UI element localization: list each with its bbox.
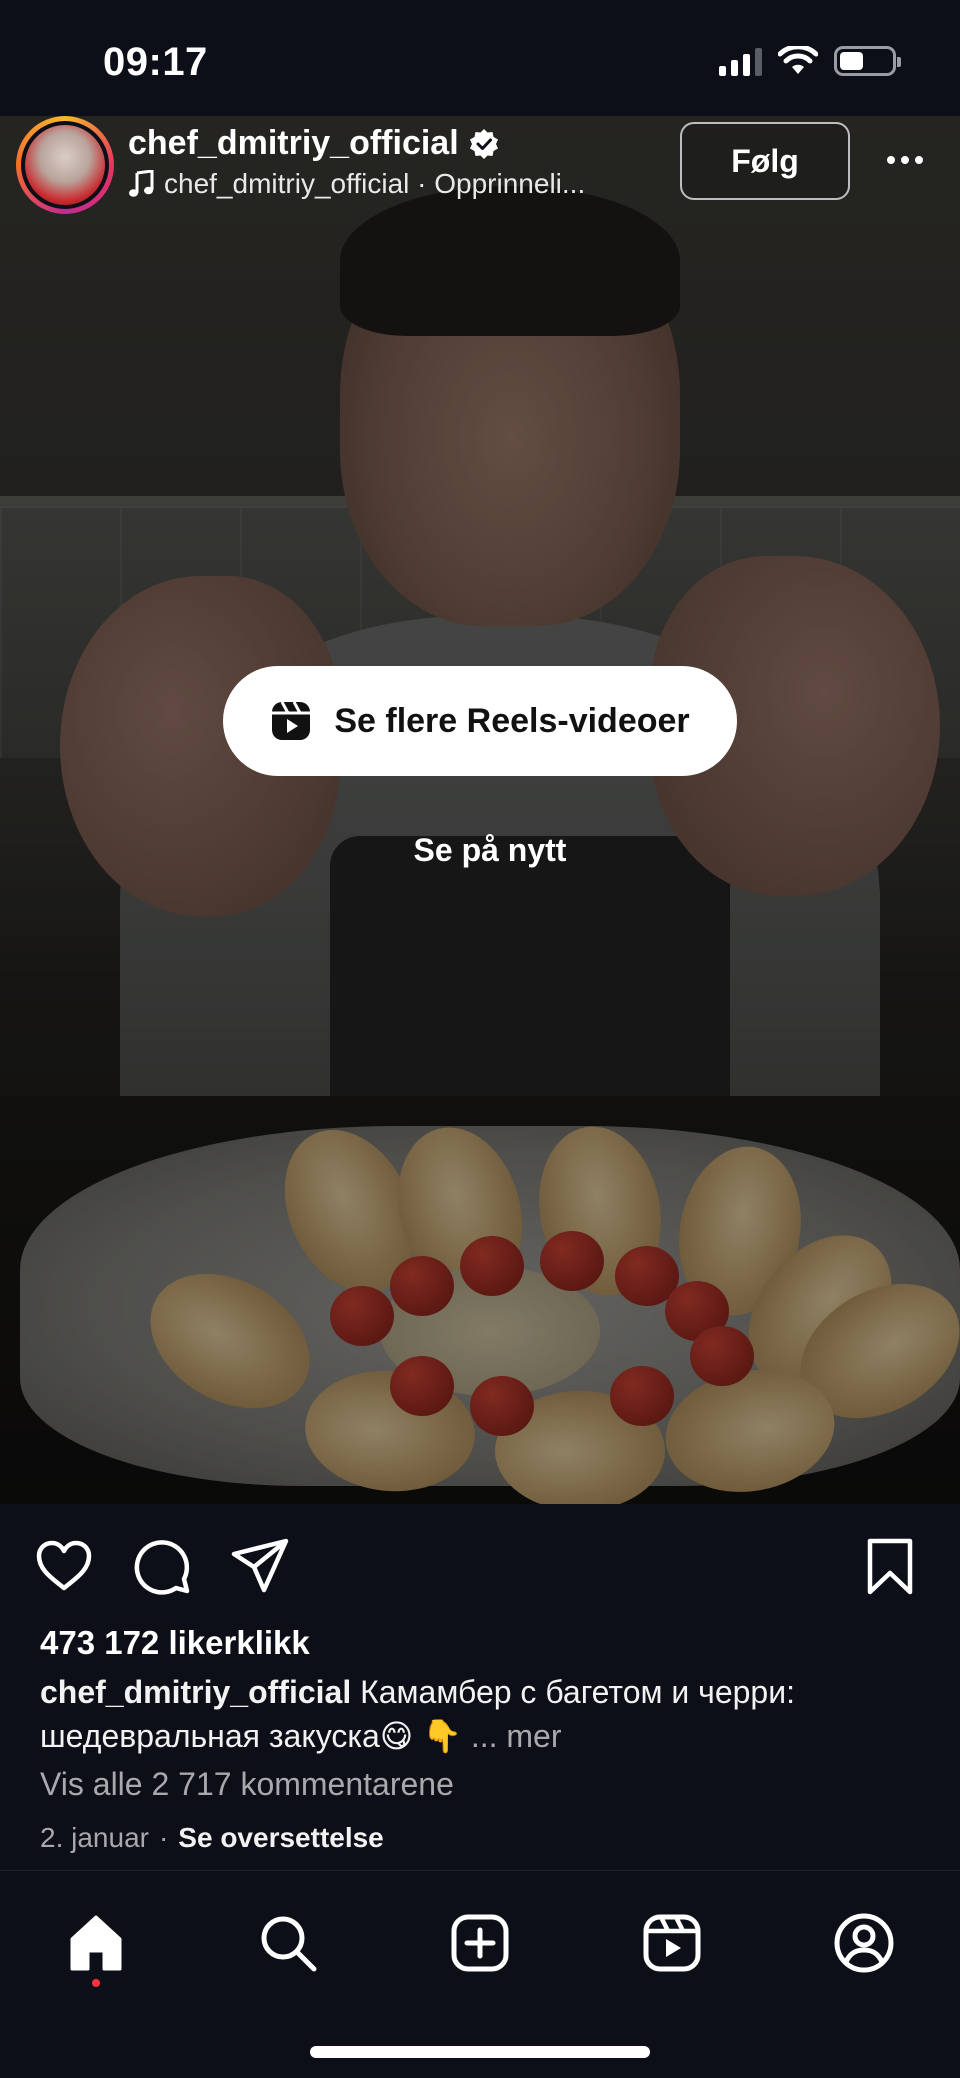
reels-icon xyxy=(272,701,311,740)
replay-button[interactable]: Se på nytt xyxy=(0,832,960,869)
caption-more-link[interactable]: ... mer xyxy=(471,1718,562,1754)
battery-level xyxy=(840,52,863,70)
bookmark-icon[interactable] xyxy=(858,1534,922,1598)
like-count[interactable]: 473 172 likerklikk xyxy=(40,1624,310,1662)
see-translation-link[interactable]: Se oversettelse xyxy=(178,1822,383,1854)
post-meta: 2. januar · Se oversettelse xyxy=(40,1822,384,1854)
plus-square-icon[interactable] xyxy=(448,1911,512,1975)
verified-badge-icon xyxy=(469,128,498,159)
post-header: chef_dmitriy_official chef_dmitriy_offic… xyxy=(0,116,960,214)
audio-attribution[interactable]: chef_dmitriy_official · Opprinneli... xyxy=(128,168,585,200)
search-icon[interactable] xyxy=(256,1911,320,1975)
wifi-icon xyxy=(778,46,818,74)
more-horizontal-icon[interactable] xyxy=(880,140,930,180)
comment-icon[interactable] xyxy=(130,1534,194,1598)
status-icons xyxy=(719,46,901,76)
see-more-reels-button[interactable]: Se flere Reels-videoer xyxy=(223,666,737,776)
post-caption[interactable]: chef_dmitriy_official Камамбер с багетом… xyxy=(40,1670,920,1758)
home-notification-dot xyxy=(92,1979,100,1987)
post-actions xyxy=(0,1504,960,1624)
heart-icon[interactable] xyxy=(32,1534,96,1598)
status-bar: 09:17 xyxy=(0,0,960,116)
avatar-image xyxy=(25,125,105,205)
post-date: 2. januar xyxy=(40,1822,149,1853)
battery-icon xyxy=(834,46,901,76)
reels-icon[interactable] xyxy=(640,1911,704,1975)
caption-username[interactable]: chef_dmitriy_official xyxy=(40,1674,351,1710)
home-icon[interactable] xyxy=(64,1911,128,1975)
music-note-icon xyxy=(129,170,154,197)
profile-icon[interactable] xyxy=(832,1911,896,1975)
view-all-comments-link[interactable]: Vis alle 2 717 kommentarene xyxy=(40,1766,454,1803)
send-icon[interactable] xyxy=(228,1534,292,1598)
meta-separator: · xyxy=(158,1822,169,1853)
see-more-reels-label: Se flere Reels-videoer xyxy=(334,701,690,740)
status-time: 09:17 xyxy=(103,40,208,84)
avatar[interactable] xyxy=(16,116,114,214)
reel-video[interactable] xyxy=(0,116,960,1504)
username-text: chef_dmitriy_official xyxy=(128,124,459,162)
audio-text: chef_dmitriy_official · Opprinneli... xyxy=(164,168,586,199)
home-indicator xyxy=(310,2046,650,2058)
cellular-signal-icon xyxy=(719,46,762,76)
post-username[interactable]: chef_dmitriy_official xyxy=(128,124,499,163)
follow-button[interactable]: Følg xyxy=(680,122,850,200)
